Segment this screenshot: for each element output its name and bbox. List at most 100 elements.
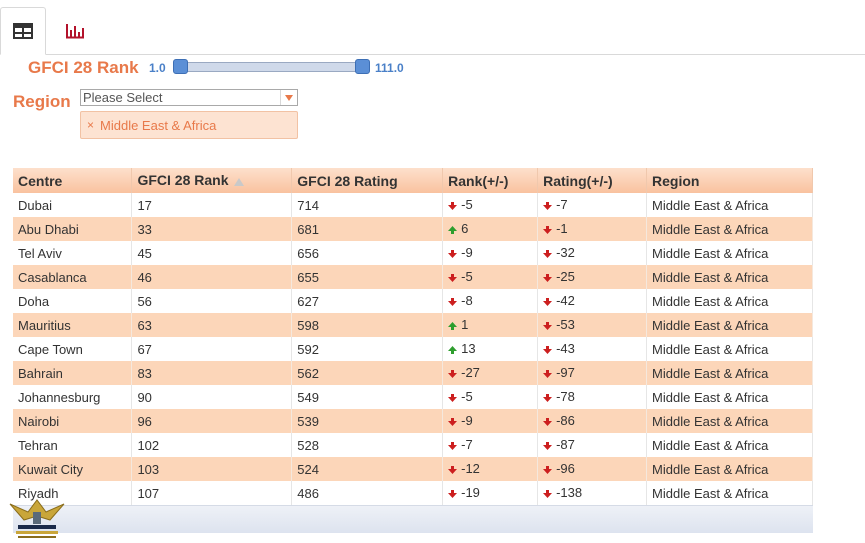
arrow-down-icon: [448, 438, 459, 453]
rank-change-value: 1: [461, 316, 469, 332]
arrow-down-icon: [448, 390, 459, 405]
rating-change-value: -7: [556, 196, 568, 212]
arrow-down-icon: [543, 294, 554, 309]
cell-centre: Tel Aviv: [13, 241, 133, 265]
table-row[interactable]: Tehran 102 528 -7 -87 Middle East & Africa: [13, 433, 813, 457]
cell-region: Middle East & Africa: [646, 265, 813, 289]
cell-region: Middle East & Africa: [646, 457, 813, 481]
rank-change-value: -19: [461, 484, 480, 500]
rating-change-value: -32: [556, 244, 575, 260]
cell-rating-change: -138: [537, 481, 648, 505]
rating-change-value: -42: [556, 292, 575, 308]
rating-change-value: -86: [556, 412, 575, 428]
table-row[interactable]: Doha 56 627 -8 -42 Middle East & Africa: [13, 289, 813, 313]
cell-centre: Casablanca: [13, 265, 133, 289]
centres-table: Centre GFCI 28 Rank GFCI 28 Rating Rank(…: [13, 168, 813, 505]
cell-rating: 656: [291, 241, 444, 265]
table-row[interactable]: Abu Dhabi 33 681 6 -1 Middle East & Africa: [13, 217, 813, 241]
table-row[interactable]: Johannesburg 90 549 -5 -78 Middle East & Afri…: [13, 385, 813, 409]
selected-region-label: Middle East & Africa: [100, 117, 217, 133]
rank-change-value: -7: [461, 436, 473, 452]
arrow-down-icon: [448, 246, 459, 261]
table-row[interactable]: Bahrain 83 562 -27 -97 Middle East & Africa: [13, 361, 813, 385]
cell-rating: 486: [291, 481, 444, 505]
cell-rank-change: -27: [442, 361, 539, 385]
slider-min-value: 1.0: [149, 61, 166, 75]
cell-rating: 539: [291, 409, 444, 433]
table-row[interactable]: Mauritius 63 598 1 -53 Middle East & Africa: [13, 313, 813, 337]
cell-rating-change: -1: [537, 217, 648, 241]
cell-rank: 67: [131, 337, 293, 361]
column-header-label: Rank(+/-): [448, 172, 509, 189]
cell-centre: Cape Town: [13, 337, 133, 361]
cell-rating: 598: [291, 313, 444, 337]
cell-rank: 90: [131, 385, 293, 409]
column-header-region[interactable]: Region: [646, 168, 813, 193]
cell-rank: 46: [131, 265, 293, 289]
arrow-down-icon: [543, 438, 554, 453]
arrow-down-icon: [543, 270, 554, 285]
rank-change-value: -5: [461, 196, 473, 212]
table-grid-icon: [13, 23, 33, 39]
tab-table-view[interactable]: [0, 7, 46, 55]
arrow-down-icon: [543, 486, 554, 501]
cell-region: Middle East & Africa: [646, 337, 813, 361]
cell-rank-change: 13: [442, 337, 539, 361]
table-footer: [13, 505, 813, 533]
cell-rank: 63: [131, 313, 293, 337]
arrow-up-icon: [448, 342, 459, 357]
slider-max-handle[interactable]: [355, 59, 370, 74]
column-header-rating-change[interactable]: Rating(+/-): [537, 168, 648, 193]
table-row[interactable]: Tel Aviv 45 656 -9 -32 Middle East & Africa: [13, 241, 813, 265]
column-header-rating[interactable]: GFCI 28 Rating: [291, 168, 444, 193]
close-icon[interactable]: ×: [87, 118, 94, 132]
rating-change-value: -43: [556, 340, 575, 356]
arrow-down-icon: [543, 414, 554, 429]
arrow-down-icon: [448, 270, 459, 285]
rating-change-value: -53: [556, 316, 575, 332]
sort-ascending-icon: [234, 173, 245, 189]
table-row[interactable]: Nairobi 96 539 -9 -86 Middle East & Africa: [13, 409, 813, 433]
cell-region: Middle East & Africa: [646, 409, 813, 433]
chevron-down-icon[interactable]: [280, 90, 297, 105]
table-row[interactable]: Kuwait City 103 524 -12 -96 Middle East & Afr…: [13, 457, 813, 481]
cell-rating-change: -53: [537, 313, 648, 337]
cell-rating: 714: [291, 193, 444, 217]
cell-rating: 627: [291, 289, 444, 313]
arrow-down-icon: [543, 366, 554, 381]
cell-centre: Bahrain: [13, 361, 133, 385]
rank-slider-track[interactable]: [178, 62, 368, 72]
region-select[interactable]: Please Select: [80, 89, 298, 106]
column-header-label: Region: [652, 172, 700, 189]
tab-bar: [0, 0, 865, 55]
rating-change-value: -97: [556, 364, 575, 380]
cell-rating-change: -32: [537, 241, 648, 265]
arrow-down-icon: [448, 366, 459, 381]
arrow-down-icon: [543, 198, 554, 213]
table-row[interactable]: Dubai 17 714 -5 -7 Middle East & Africa: [13, 193, 813, 217]
column-header-rank[interactable]: GFCI 28 Rank: [131, 168, 293, 193]
arrow-down-icon: [448, 294, 459, 309]
cell-centre: Dubai: [13, 193, 133, 217]
forum-logo-icon: [9, 499, 65, 538]
column-header-label: GFCI 28 Rank: [137, 171, 229, 188]
column-header-rank-change[interactable]: Rank(+/-): [442, 168, 539, 193]
arrow-up-icon: [448, 222, 459, 237]
cell-rank-change: -5: [442, 385, 539, 409]
column-header-centre[interactable]: Centre: [13, 168, 133, 193]
table-row[interactable]: Casablanca 46 655 -5 -25 Middle East & Africa: [13, 265, 813, 289]
table-row[interactable]: Riyadh 107 486 -19 -138 Middle East & Africa: [13, 481, 813, 505]
cell-rank-change: -9: [442, 409, 539, 433]
selected-region-chip: × Middle East & Africa: [80, 111, 298, 139]
bar-chart-icon: [66, 23, 84, 38]
cell-rating: 592: [291, 337, 444, 361]
rank-change-value: -12: [461, 460, 480, 476]
arrow-down-icon: [543, 222, 554, 237]
slider-min-handle[interactable]: [173, 59, 188, 74]
cell-rank: 107: [131, 481, 293, 505]
rating-change-value: -25: [556, 268, 575, 284]
rank-change-value: -27: [461, 364, 480, 380]
table-row[interactable]: Cape Town 67 592 13 -43 Middle East & Africa: [13, 337, 813, 361]
tab-chart-view[interactable]: [52, 7, 98, 54]
cell-rating-change: -86: [537, 409, 648, 433]
